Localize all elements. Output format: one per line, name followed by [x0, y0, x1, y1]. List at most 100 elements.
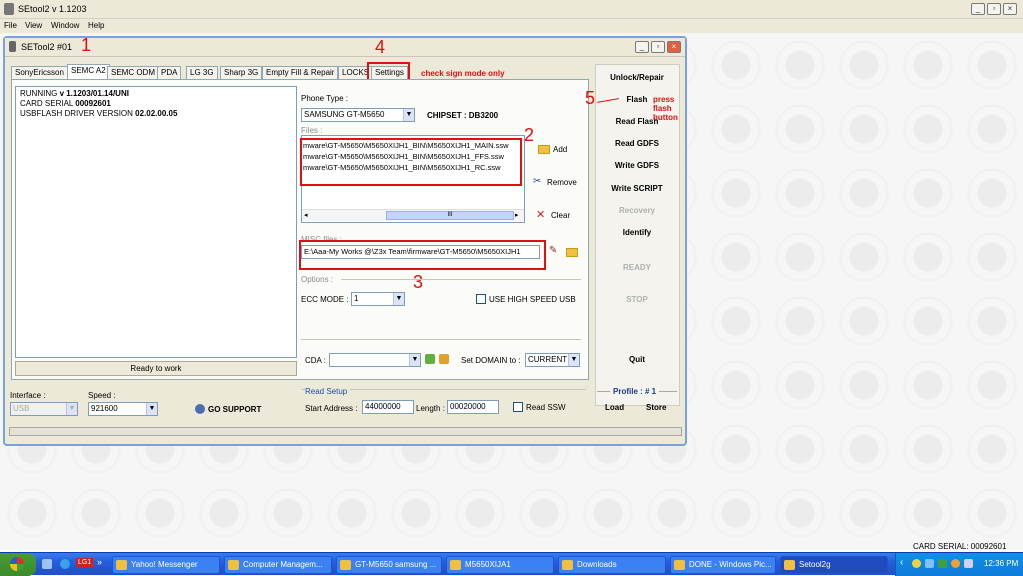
tray-icon[interactable] — [951, 559, 960, 568]
speed-label: Speed : — [88, 391, 116, 400]
tab-pda[interactable]: PDA — [157, 66, 182, 80]
quicklaunch-icon[interactable] — [42, 559, 52, 569]
browser-icon — [340, 560, 351, 570]
child-restore-button[interactable]: ▫ — [651, 41, 665, 53]
scroll-thumb[interactable]: III — [386, 211, 514, 220]
folder-icon — [450, 560, 461, 570]
chevron-left-icon[interactable]: ‹ — [900, 557, 903, 568]
add-label: Add — [553, 145, 568, 154]
menu-bar: File View Window Help — [0, 19, 1023, 33]
start-button[interactable] — [0, 553, 36, 576]
load-profile-button[interactable]: Load — [605, 403, 624, 412]
clear-label: Clear — [551, 211, 571, 220]
support-icon — [195, 404, 205, 414]
tab-sonyericsson[interactable]: SonyEricsson — [11, 66, 68, 80]
taskbar-item-label: DONE - Windows Pic... — [689, 560, 772, 569]
unlock-repair-button[interactable]: Unlock/Repair — [597, 73, 677, 82]
ecc-mode-select[interactable]: 1 ▼ — [351, 292, 405, 306]
chevron-more-icon[interactable]: » — [97, 557, 102, 567]
taskbar-item[interactable]: DONE - Windows Pic... — [670, 556, 776, 574]
log-driver-label: USBFLASH DRIVER VERSION — [20, 109, 136, 118]
ready-button[interactable]: READY — [597, 263, 677, 272]
tab-semc-a2[interactable]: SEMC A2 — [67, 64, 110, 80]
write-gdfs-button[interactable]: Write GDFS — [597, 161, 677, 170]
files-label: Files : — [301, 126, 323, 135]
menu-help[interactable]: Help — [88, 21, 104, 30]
menu-view[interactable]: View — [25, 21, 42, 30]
cda-select[interactable]: ▼ — [329, 353, 421, 367]
restore-button[interactable]: ▫ — [987, 3, 1001, 15]
ie-icon[interactable] — [60, 559, 70, 569]
domain-select[interactable]: CURRENT ▼ — [525, 353, 580, 367]
tab-sharp-3g[interactable]: Sharp 3G — [220, 66, 263, 80]
read-gdfs-button[interactable]: Read GDFS — [597, 139, 677, 148]
tab-empty-fill-repair[interactable]: Empty Fill & Repair — [262, 66, 339, 80]
pencil-icon[interactable]: ✎ — [549, 245, 557, 256]
taskbar-item-label: M5650XIJA1 — [465, 560, 511, 569]
lang-indicator[interactable]: LG1 — [76, 558, 94, 567]
setool-child-window: SETool2 #01 1 _ ▫ × SonyEricsson SEMC A2… — [3, 35, 687, 446]
chevron-down-icon: ▼ — [146, 403, 157, 415]
phone-type-value: SAMSUNG GT-M5650 — [304, 110, 385, 119]
child-title-bar: SETool2 #01 1 _ ▫ × — [5, 35, 685, 57]
chevron-down-icon: ▼ — [403, 109, 414, 121]
tab-lg-3g[interactable]: LG 3G — [186, 66, 218, 80]
menu-window[interactable]: Window — [51, 21, 79, 30]
chevron-down-icon: ▼ — [66, 403, 77, 415]
annotation-check-sign: check sign mode only — [421, 69, 505, 78]
start-address-input[interactable]: 44000000 — [362, 400, 414, 414]
phone-type-select[interactable]: SAMSUNG GT-M5650 ▼ — [301, 108, 415, 122]
child-minimize-button[interactable]: _ — [635, 41, 649, 53]
length-label: Length : — [416, 404, 445, 413]
menu-file[interactable]: File — [4, 21, 17, 30]
stop-button[interactable]: STOP — [597, 295, 677, 304]
computer-icon — [228, 560, 239, 570]
progress-bar — [9, 427, 682, 436]
child-close-button[interactable]: × — [667, 41, 681, 53]
minimize-button[interactable]: _ — [971, 3, 985, 15]
clock[interactable]: 12:36 PM — [984, 559, 1018, 568]
files-hscrollbar[interactable]: ◂ III ▸ — [302, 209, 524, 221]
tray-icon[interactable] — [938, 559, 947, 568]
misc-highlight — [299, 240, 546, 270]
close-button[interactable]: × — [1003, 3, 1017, 15]
misc-folder-icon[interactable] — [566, 248, 578, 257]
quit-button[interactable]: Quit — [597, 355, 677, 364]
scroll-left-icon[interactable]: ◂ — [304, 211, 308, 219]
volume-icon[interactable] — [964, 559, 973, 568]
taskbar-item-label: Yahoo! Messenger — [131, 560, 198, 569]
taskbar-item-label: Setool2g — [799, 560, 831, 569]
taskbar-item-label: Downloads — [577, 560, 617, 569]
read-ssw-checkbox[interactable] — [513, 402, 523, 412]
write-script-button[interactable]: Write SCRIPT — [597, 184, 677, 193]
taskbar-item-active[interactable]: Setool2g — [780, 556, 888, 574]
taskbar-item[interactable]: M5650XIJA1 — [446, 556, 554, 574]
tray-icon[interactable] — [912, 559, 921, 568]
taskbar-item[interactable]: Computer Managem... — [224, 556, 332, 574]
taskbar-item[interactable]: Yahoo! Messenger — [112, 556, 220, 574]
annotation-5: 5 — [585, 88, 596, 108]
main-title-bar: SEtool2 v 1.1203 _ ▫ × — [0, 0, 1023, 19]
speed-select[interactable]: 921600 ▼ — [88, 402, 158, 416]
taskbar-item[interactable]: GT-M5650 samsung ... — [336, 556, 442, 574]
chipset-label: CHIPSET : DB3200 — [427, 111, 499, 120]
annotation-3: 3 — [413, 272, 424, 292]
recovery-button[interactable]: Recovery — [597, 206, 677, 215]
scroll-right-icon[interactable]: ▸ — [515, 211, 519, 219]
tab-semc-odm[interactable]: SEMC ODM — [107, 66, 159, 80]
high-speed-usb-checkbox[interactable] — [476, 294, 486, 304]
length-input[interactable]: 00020000 — [447, 400, 499, 414]
taskbar: LG1 » Yahoo! Messenger Computer Managem.… — [0, 552, 1023, 576]
interface-select[interactable]: USB ▼ — [10, 402, 78, 416]
cda-add-icon[interactable] — [425, 354, 435, 364]
taskbar-item[interactable]: Downloads — [558, 556, 666, 574]
ecc-mode-label: ECC MODE : — [301, 295, 349, 304]
tray-icon[interactable] — [925, 559, 934, 568]
identify-button[interactable]: Identify — [597, 228, 677, 237]
store-profile-button[interactable]: Store — [646, 403, 666, 412]
cda-load-icon[interactable] — [439, 354, 449, 364]
high-speed-usb-label: USE HIGH SPEED USB — [489, 295, 576, 304]
go-support-button[interactable]: GO SUPPORT — [208, 405, 261, 414]
system-tray: ‹ 12:36 PM — [895, 553, 1023, 576]
ecc-mode-value: 1 — [354, 294, 359, 303]
